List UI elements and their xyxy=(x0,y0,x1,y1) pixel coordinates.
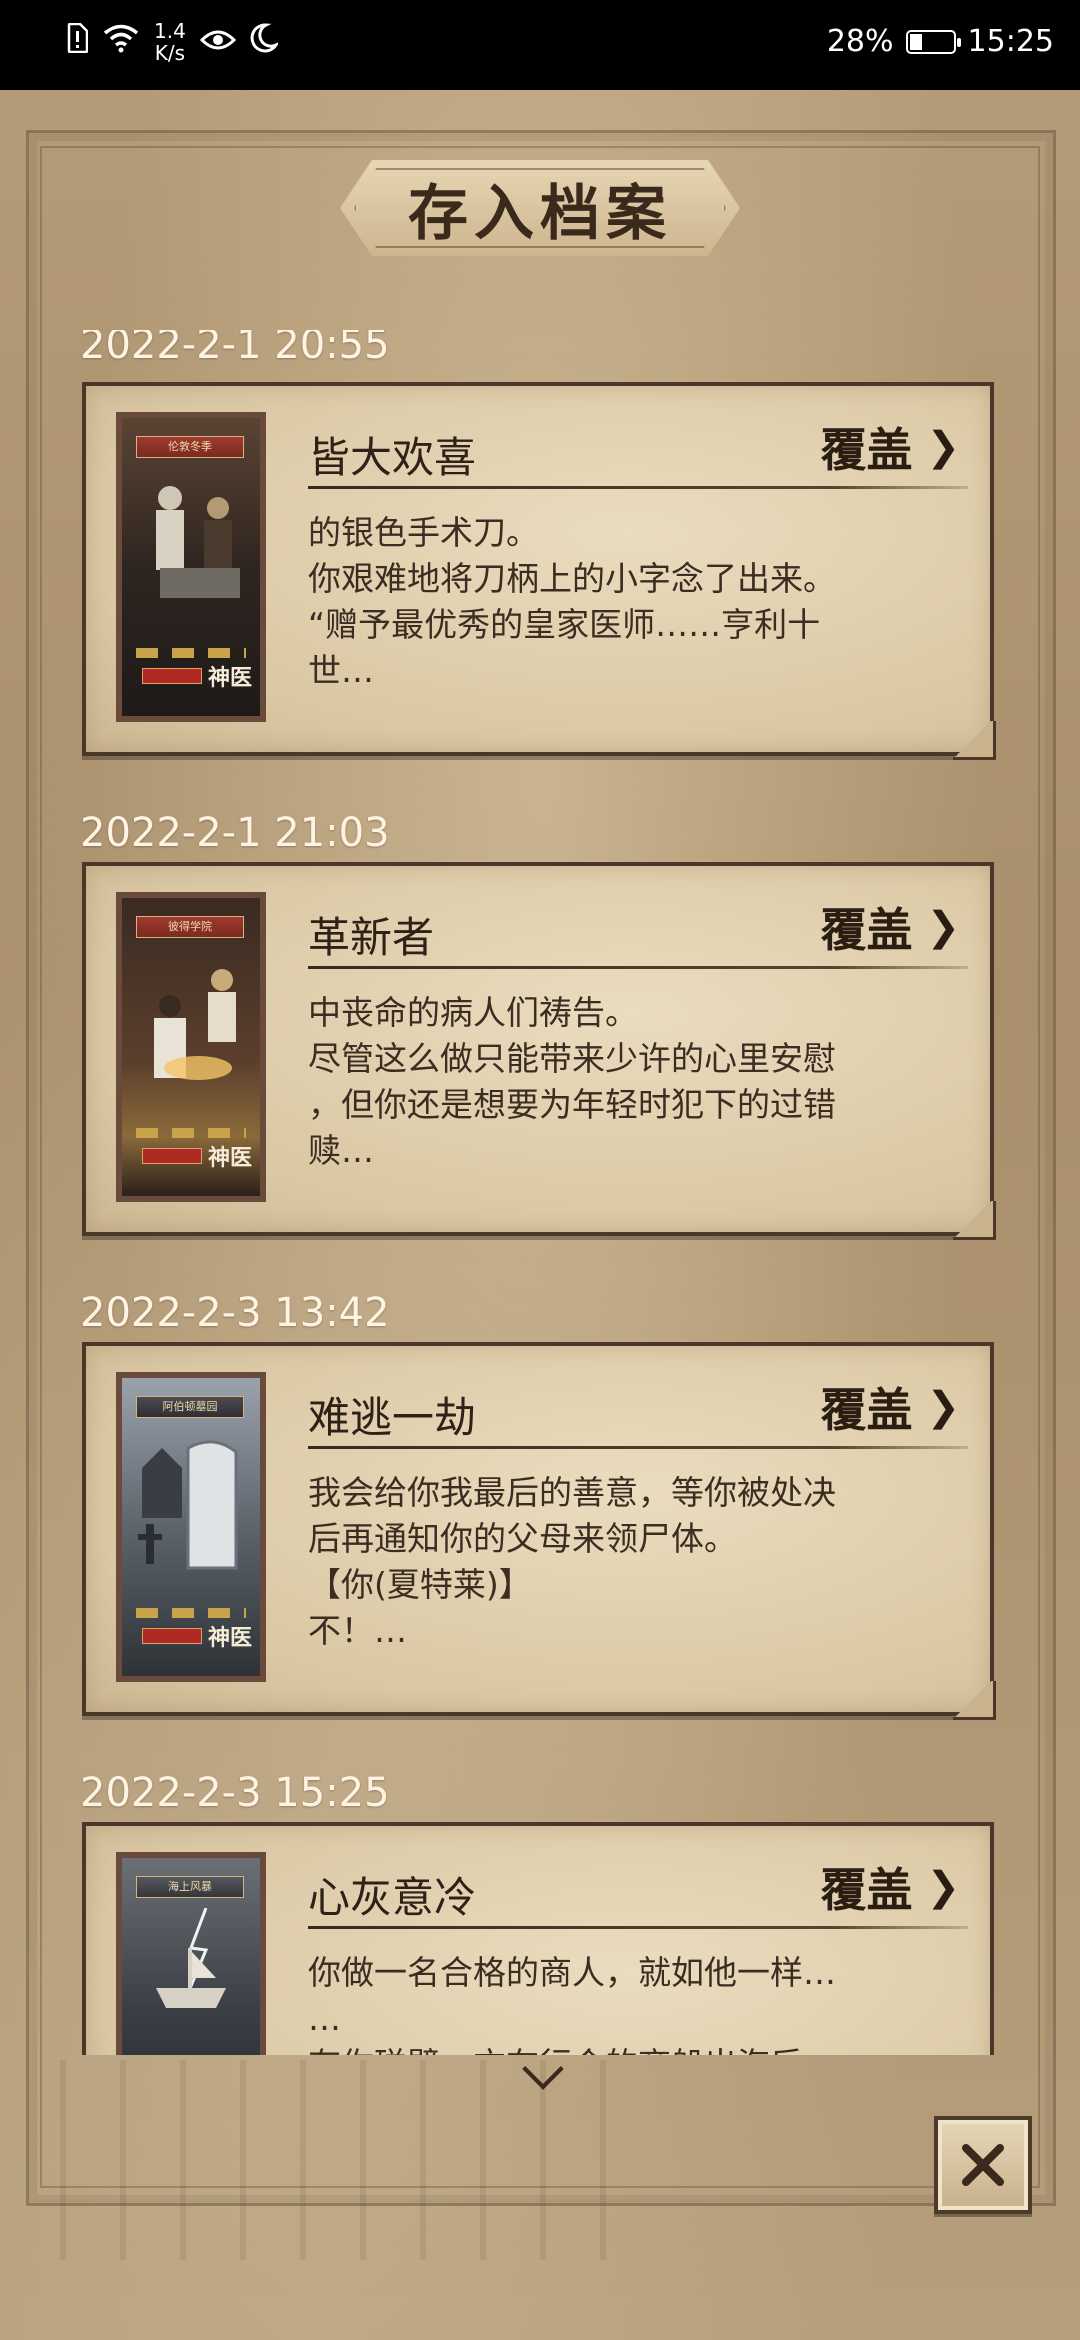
close-icon xyxy=(962,2144,1004,2186)
save-timestamp: 2022-2-3 15:25 xyxy=(80,1770,390,1816)
thumbnail-banner: 阿伯顿墓园 xyxy=(136,1396,244,1418)
save-title: 皆大欢喜 xyxy=(308,433,477,482)
chevron-right-icon: ❯ xyxy=(926,1384,960,1430)
save-thumbnail: 海上风暴 xyxy=(116,1852,266,2055)
divider xyxy=(308,966,968,969)
save-timestamp: 2022-2-1 21:03 xyxy=(80,810,390,856)
save-excerpt: 我会给你我最后的善意，等你被处决 后再通知你的父母来领尸体。 【你(夏特莱)】 … xyxy=(308,1473,836,1650)
divider xyxy=(308,486,968,489)
overwrite-button[interactable]: 覆盖 ❯ xyxy=(820,1374,960,1440)
thumbnail-banner: 彼得学院 xyxy=(136,916,244,938)
status-bar: 1.4 K/s 28% 15:25 xyxy=(0,0,1080,90)
chevron-right-icon: ❯ xyxy=(926,1864,960,1910)
save-thumbnail: 阿伯顿墓园 神医 xyxy=(116,1372,266,1682)
network-speed: 1.4 K/s xyxy=(154,19,186,65)
close-button[interactable] xyxy=(934,2116,1032,2214)
save-card[interactable]: 阿伯顿墓园 神医 难逃一劫 覆盖 ❯ 我会给你我最后的善意，等你被处决 后再通知… xyxy=(82,1342,996,1720)
eye-icon xyxy=(199,25,236,60)
save-slot-list[interactable]: 2022-2-1 20:55 伦敦冬季 神医 皆大欢喜 覆盖 ❯ 的银色手术刀。… xyxy=(0,330,1080,2055)
game-logo: 神医 xyxy=(207,1145,252,1171)
save-excerpt: 中丧命的病人们祷告。 尽管这么做只能带来少许的心里安慰 ，但你还是想要为年轻时犯… xyxy=(308,993,836,1170)
clock: 15:25 xyxy=(967,24,1054,59)
game-logo: 神医 xyxy=(207,665,252,691)
save-timestamp: 2022-2-1 20:55 xyxy=(80,330,390,368)
chevron-right-icon: ❯ xyxy=(926,904,960,950)
battery-percent: 28% xyxy=(826,24,894,59)
save-thumbnail: 伦敦冬季 神医 xyxy=(116,412,266,722)
thumbnail-banner: 伦敦冬季 xyxy=(136,436,244,458)
save-card[interactable]: 海上风暴 心灰意冷 覆盖 ❯ 你做一名合格的商人，就如他一样… … 有你碰壁一方… xyxy=(82,1822,994,2055)
wifi-icon xyxy=(102,23,140,61)
battery-icon xyxy=(905,29,961,54)
save-title: 难逃一劫 xyxy=(308,1393,477,1442)
overwrite-button[interactable]: 覆盖 ❯ xyxy=(820,894,960,960)
save-card[interactable]: 彼得学院 神医 革新者 覆盖 ❯ 中丧命的病人们祷告。 尽管这么做只能带来少许的… xyxy=(82,862,996,1240)
save-excerpt: 的银色手术刀。 你艰难地将刀柄上的小字念了出来。 “赠予最优秀的皇家医师……亨利… xyxy=(308,513,836,690)
divider xyxy=(308,1446,968,1449)
building-silhouette xyxy=(60,2060,660,2260)
divider xyxy=(308,1926,968,1929)
save-title: 革新者 xyxy=(308,913,435,962)
game-logo: 神医 xyxy=(207,1625,252,1651)
sim-alert-icon xyxy=(66,22,89,61)
save-thumbnail: 彼得学院 神医 xyxy=(116,892,266,1202)
moon-icon xyxy=(250,23,281,61)
page-title: 存入档案 xyxy=(340,160,740,256)
save-title: 心灰意冷 xyxy=(308,1873,477,1922)
chevron-right-icon: ❯ xyxy=(926,424,960,470)
save-timestamp: 2022-2-3 13:42 xyxy=(80,1290,390,1336)
thumbnail-banner: 海上风暴 xyxy=(136,1876,244,1898)
save-card[interactable]: 伦敦冬季 神医 皆大欢喜 覆盖 ❯ 的银色手术刀。 你艰难地将刀柄上的小字念了出… xyxy=(82,382,996,760)
save-excerpt: 你做一名合格的商人，就如他一样… … 有你碰壁一方在行会的商船出海后 xyxy=(308,1953,836,2055)
overwrite-button[interactable]: 覆盖 ❯ xyxy=(820,414,960,480)
overwrite-button[interactable]: 覆盖 ❯ xyxy=(820,1854,960,1920)
